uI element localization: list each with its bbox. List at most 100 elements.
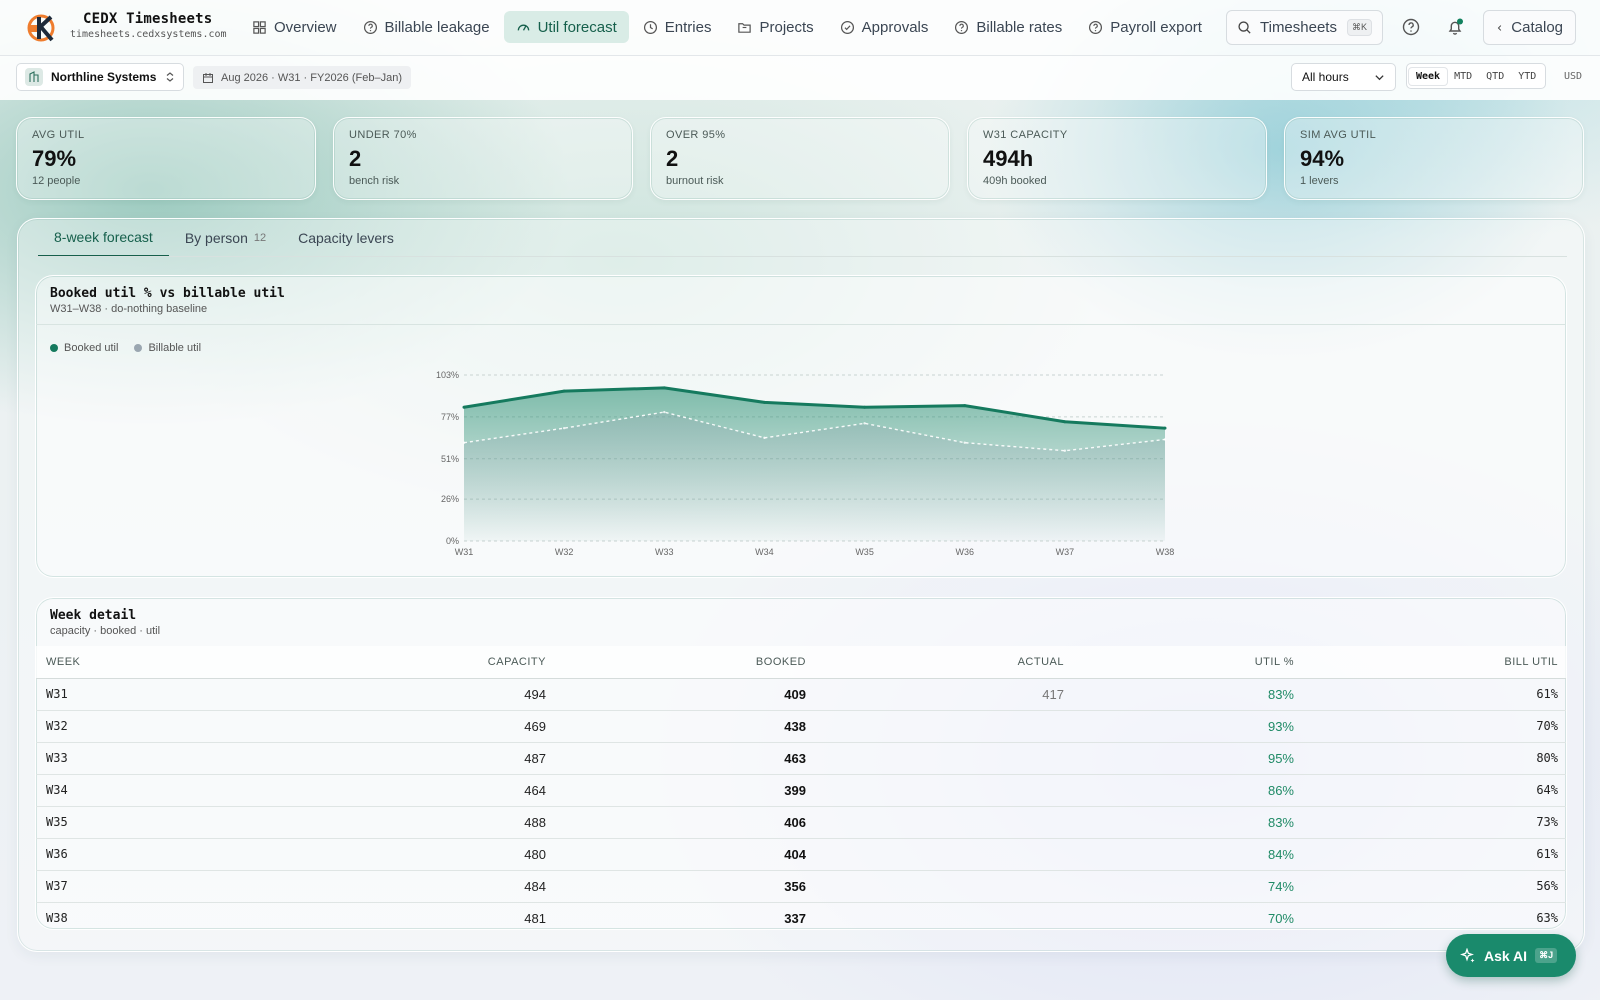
cell-util: 95% xyxy=(1074,742,1304,775)
tab-label: 8-week forecast xyxy=(54,229,153,245)
kpi-label: Avg util xyxy=(32,129,85,141)
util-area-chart: 0% 26% 51% 77% 103% W31 W32 W33 W34 W35 W36 W37 W38 xyxy=(436,370,1174,557)
booked-util-point xyxy=(662,386,666,390)
chevron-down-icon xyxy=(1375,74,1384,80)
org-name: Northline Systems xyxy=(51,70,157,84)
cedx-logo-icon[interactable] xyxy=(26,13,56,43)
cell-actual: 417 xyxy=(816,678,1074,711)
x-tick-label: W36 xyxy=(955,547,974,557)
kpi-over-95: Over 95% 2 burnout risk xyxy=(650,117,950,200)
week-detail-table: Week Capacity Booked Actual Util % Bill … xyxy=(36,646,1566,929)
col-util[interactable]: Util % xyxy=(1074,646,1304,679)
cell-booked: 409 xyxy=(556,678,816,711)
table-header-row: Week Capacity Booked Actual Util % Bill … xyxy=(36,646,1566,679)
period-selector[interactable]: Aug 2026 · W31 · FY2026 (Feb–Jan) xyxy=(193,66,411,89)
table-row[interactable]: W34 464 399 86% 64% xyxy=(36,774,1566,807)
nav-projects[interactable]: Projects xyxy=(725,11,825,43)
check-circle-icon xyxy=(840,20,854,34)
cell-util: 70% xyxy=(1074,902,1304,929)
catalog-button[interactable]: Catalog xyxy=(1483,10,1576,45)
tab-8-week-forecast[interactable]: 8-week forecast xyxy=(38,219,169,257)
cell-booked: 404 xyxy=(556,838,816,871)
billable-util-point xyxy=(663,410,666,414)
billable-util-point xyxy=(462,441,466,444)
kpi-w31-capacity: W31 capacity 494h 409h booked xyxy=(967,117,1267,200)
cell-actual xyxy=(816,902,1074,929)
table-row[interactable]: W36 480 404 84% 61% xyxy=(36,838,1566,871)
calendar-icon xyxy=(203,72,213,83)
table-title: Week detail xyxy=(50,608,137,623)
range-mtd[interactable]: MTD xyxy=(1447,68,1479,85)
cell-bill-util: 63% xyxy=(1304,902,1566,929)
table-row[interactable]: W37 484 356 74% 56% xyxy=(36,870,1566,903)
table-row[interactable]: W33 487 463 95% 80% xyxy=(36,742,1566,775)
col-actual[interactable]: Actual xyxy=(816,646,1074,679)
search-button[interactable]: Timesheets ⌘K xyxy=(1226,10,1383,45)
cell-booked: 438 xyxy=(556,710,816,743)
billable-util-point xyxy=(562,426,566,430)
cell-bill-util: 61% xyxy=(1304,678,1566,711)
nav-label: Entries xyxy=(664,18,712,36)
nav-payroll-export[interactable]: Payroll export xyxy=(1076,11,1214,43)
cell-week: W32 xyxy=(36,710,296,743)
help-circle-icon xyxy=(1089,20,1103,34)
nav-label: Approvals xyxy=(861,18,929,36)
cell-capacity: 480 xyxy=(296,838,556,871)
x-tick-label: W33 xyxy=(655,547,674,557)
y-tick-label: 77% xyxy=(441,412,459,422)
cell-util: 83% xyxy=(1074,806,1304,839)
kpi-value: 2 xyxy=(666,146,679,171)
bell-icon[interactable] xyxy=(1445,17,1465,37)
table-row[interactable]: W31 494 409 417 83% 61% xyxy=(36,678,1566,711)
cell-week: W33 xyxy=(36,742,296,775)
kpi-sub: 12 people xyxy=(32,175,81,187)
col-bill-util[interactable]: Bill util xyxy=(1304,646,1566,679)
kpi-label: Under 70% xyxy=(349,129,417,141)
cell-actual xyxy=(816,742,1074,775)
cell-capacity: 494 xyxy=(296,678,556,711)
nav-billable-rates[interactable]: Billable rates xyxy=(942,11,1074,43)
filter-bar: Northline Systems Aug 2026 · W31 · FY202… xyxy=(0,56,1600,100)
billable-util-point xyxy=(1163,438,1167,441)
chart-card: Booked util % vs billable util W31–W38 ·… xyxy=(35,275,1567,578)
nav-util-forecast[interactable]: Util forecast xyxy=(503,11,629,43)
table-row[interactable]: W32 469 438 93% 70% xyxy=(36,710,1566,743)
search-shortcut: ⌘K xyxy=(1346,19,1372,36)
range-ytd[interactable]: YTD xyxy=(1511,68,1543,85)
range-week[interactable]: Week xyxy=(1409,67,1448,85)
y-tick-label: 0% xyxy=(446,536,459,546)
cell-actual xyxy=(816,710,1074,743)
nav-label: Billable leakage xyxy=(384,18,490,36)
y-tick-label: 103% xyxy=(436,370,459,380)
nav-overview[interactable]: Overview xyxy=(240,11,349,43)
nav-entries[interactable]: Entries xyxy=(631,11,724,43)
col-booked[interactable]: Booked xyxy=(556,646,816,679)
tab-capacity-levers[interactable]: Capacity levers xyxy=(282,219,410,257)
app-title: CEDX Timesheets xyxy=(83,11,213,27)
cell-actual xyxy=(816,774,1074,807)
nav-approvals[interactable]: Approvals xyxy=(828,11,941,43)
range-qtd[interactable]: QTD xyxy=(1479,68,1511,85)
cell-week: W35 xyxy=(36,806,296,839)
tab-by-person[interactable]: By person 12 xyxy=(169,219,282,257)
ask-ai-button[interactable]: Ask AI ⌘J xyxy=(1446,934,1576,977)
table-row[interactable]: W35 488 406 83% 73% xyxy=(36,806,1566,839)
hours-select[interactable]: All hours xyxy=(1291,63,1396,91)
kpi-value: 2 xyxy=(349,146,362,171)
kpi-value: 494h xyxy=(983,146,1034,171)
range-toggle: Week MTD QTD YTD xyxy=(1406,63,1547,89)
kpi-under-70: Under 70% 2 bench risk xyxy=(333,117,633,200)
nav-label: Projects xyxy=(759,18,814,36)
tab-count: 12 xyxy=(253,232,267,244)
cell-week: W36 xyxy=(36,838,296,871)
main-nav: Overview Billable leakage Util forecast … xyxy=(240,11,1214,43)
org-selector[interactable]: Northline Systems xyxy=(16,63,184,91)
help-icon[interactable] xyxy=(1401,17,1421,37)
col-week[interactable]: Week xyxy=(36,646,296,679)
nav-billable-leakage[interactable]: Billable leakage xyxy=(351,11,502,43)
app-domain: timesheets.cedxsystems.com xyxy=(70,29,227,40)
col-capacity[interactable]: Capacity xyxy=(296,646,556,679)
chevron-updown-icon xyxy=(166,72,174,82)
cell-booked: 406 xyxy=(556,806,816,839)
table-row[interactable]: W38 481 337 70% 63% xyxy=(36,902,1566,929)
